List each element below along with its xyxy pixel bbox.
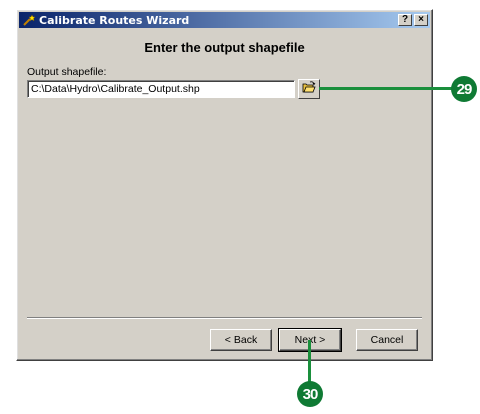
wizard-icon xyxy=(22,13,36,27)
open-folder-icon xyxy=(302,80,316,98)
output-shapefile-input[interactable]: C:\Data\Hydro\Calibrate_Output.shp xyxy=(27,80,295,98)
callout-line-next xyxy=(308,340,311,382)
browse-button[interactable] xyxy=(298,79,320,99)
output-shapefile-label: Output shapefile: xyxy=(27,66,107,78)
window-title: Calibrate Routes Wizard xyxy=(39,13,190,27)
title-bar[interactable]: Calibrate Routes Wizard ? × xyxy=(19,12,430,28)
page-title: Enter the output shapefile xyxy=(144,40,305,55)
callout-badge-browse: 29 xyxy=(451,76,477,102)
callout-line-browse xyxy=(319,87,455,90)
close-button[interactable]: × xyxy=(414,14,428,26)
help-button[interactable]: ? xyxy=(398,14,412,26)
callout-badge-next: 30 xyxy=(297,381,323,407)
back-button[interactable]: < Back xyxy=(210,329,272,351)
wizard-dialog: Calibrate Routes Wizard ? × Enter the ou… xyxy=(16,9,433,361)
cancel-button[interactable]: Cancel xyxy=(356,329,418,351)
button-separator xyxy=(27,317,422,319)
